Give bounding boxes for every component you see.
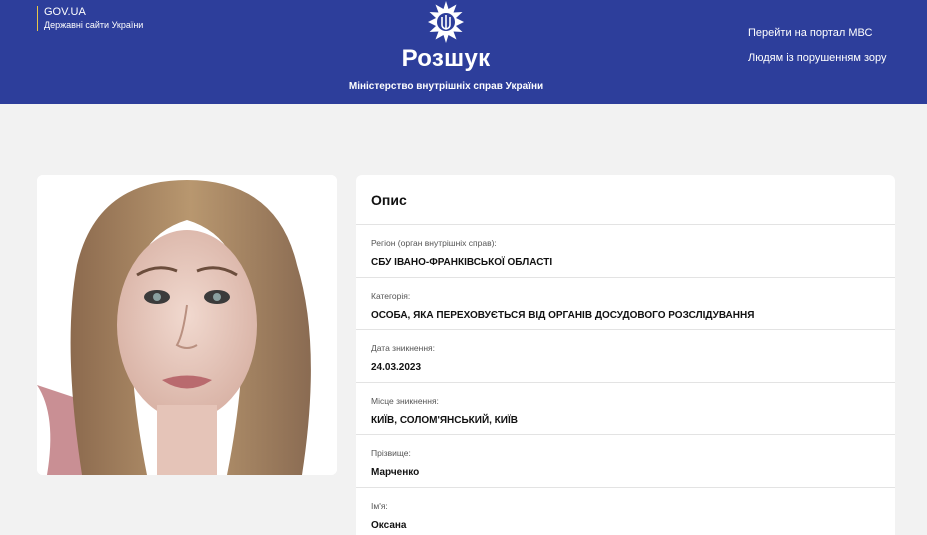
field-disappearance-place: Місце зникнення: КИЇВ, СОЛОМ'ЯНСЬКИЙ, КИ… (356, 383, 895, 435)
portrait-image (37, 175, 337, 475)
ministry-name: Міністерство внутрішніх справ України (348, 81, 544, 92)
police-emblem-icon (428, 1, 464, 43)
field-region: Регіон (орган внутрішніх справ): СБУ ІВА… (356, 225, 895, 278)
gov-ua-title[interactable]: GOV.UA (44, 6, 143, 19)
field-label: Ім'я: (371, 500, 388, 511)
field-label: Дата зникнення: (371, 343, 436, 353)
field-label: Прізвище: (371, 448, 411, 458)
site-header: GOV.UA Державні сайти України Розшук Мін… (0, 0, 927, 104)
field-category: Категорія: ОСОБА, ЯКА ПЕРЕХОВУЄТЬСЯ ВІД … (356, 278, 895, 330)
field-value: Марченко (371, 467, 420, 478)
field-value: КИЇВ, СОЛОМ'ЯНСЬКИЙ, КИЇВ (371, 414, 518, 426)
field-label: Регіон (орган внутрішніх справ): (371, 238, 497, 248)
field-label: Місце зникнення: (371, 395, 439, 406)
field-label: Категорія: (371, 290, 411, 301)
field-value: 24.03.2023 (371, 362, 422, 373)
field-surname: Прізвище: Марченко (356, 435, 895, 488)
header-links: Перейти на портал МВС Людям із порушення… (748, 27, 887, 77)
gov-ua-subtitle[interactable]: Державні сайти України (44, 19, 143, 31)
description-card: Опис Регіон (орган внутрішніх справ): СБ… (356, 175, 895, 535)
field-value: ОСОБА, ЯКА ПЕРЕХОВУЄТЬСЯ ВІД ОРГАНІВ ДОС… (371, 309, 755, 321)
description-title: Опис (356, 175, 895, 225)
field-first-name: Ім'я: Оксана (356, 488, 895, 535)
field-value: Оксана (371, 519, 407, 531)
mvs-portal-link[interactable]: Перейти на портал МВС (748, 27, 887, 40)
gov-ua-block[interactable]: GOV.UA Державні сайти України (37, 6, 143, 31)
field-disappearance-date: Дата зникнення: 24.03.2023 (356, 330, 895, 383)
field-value: СБУ ІВАНО-ФРАНКІВСЬКОЇ ОБЛАСТІ (371, 257, 553, 268)
accessibility-link[interactable]: Людям із порушенням зору (748, 52, 887, 65)
person-photo (37, 175, 337, 475)
